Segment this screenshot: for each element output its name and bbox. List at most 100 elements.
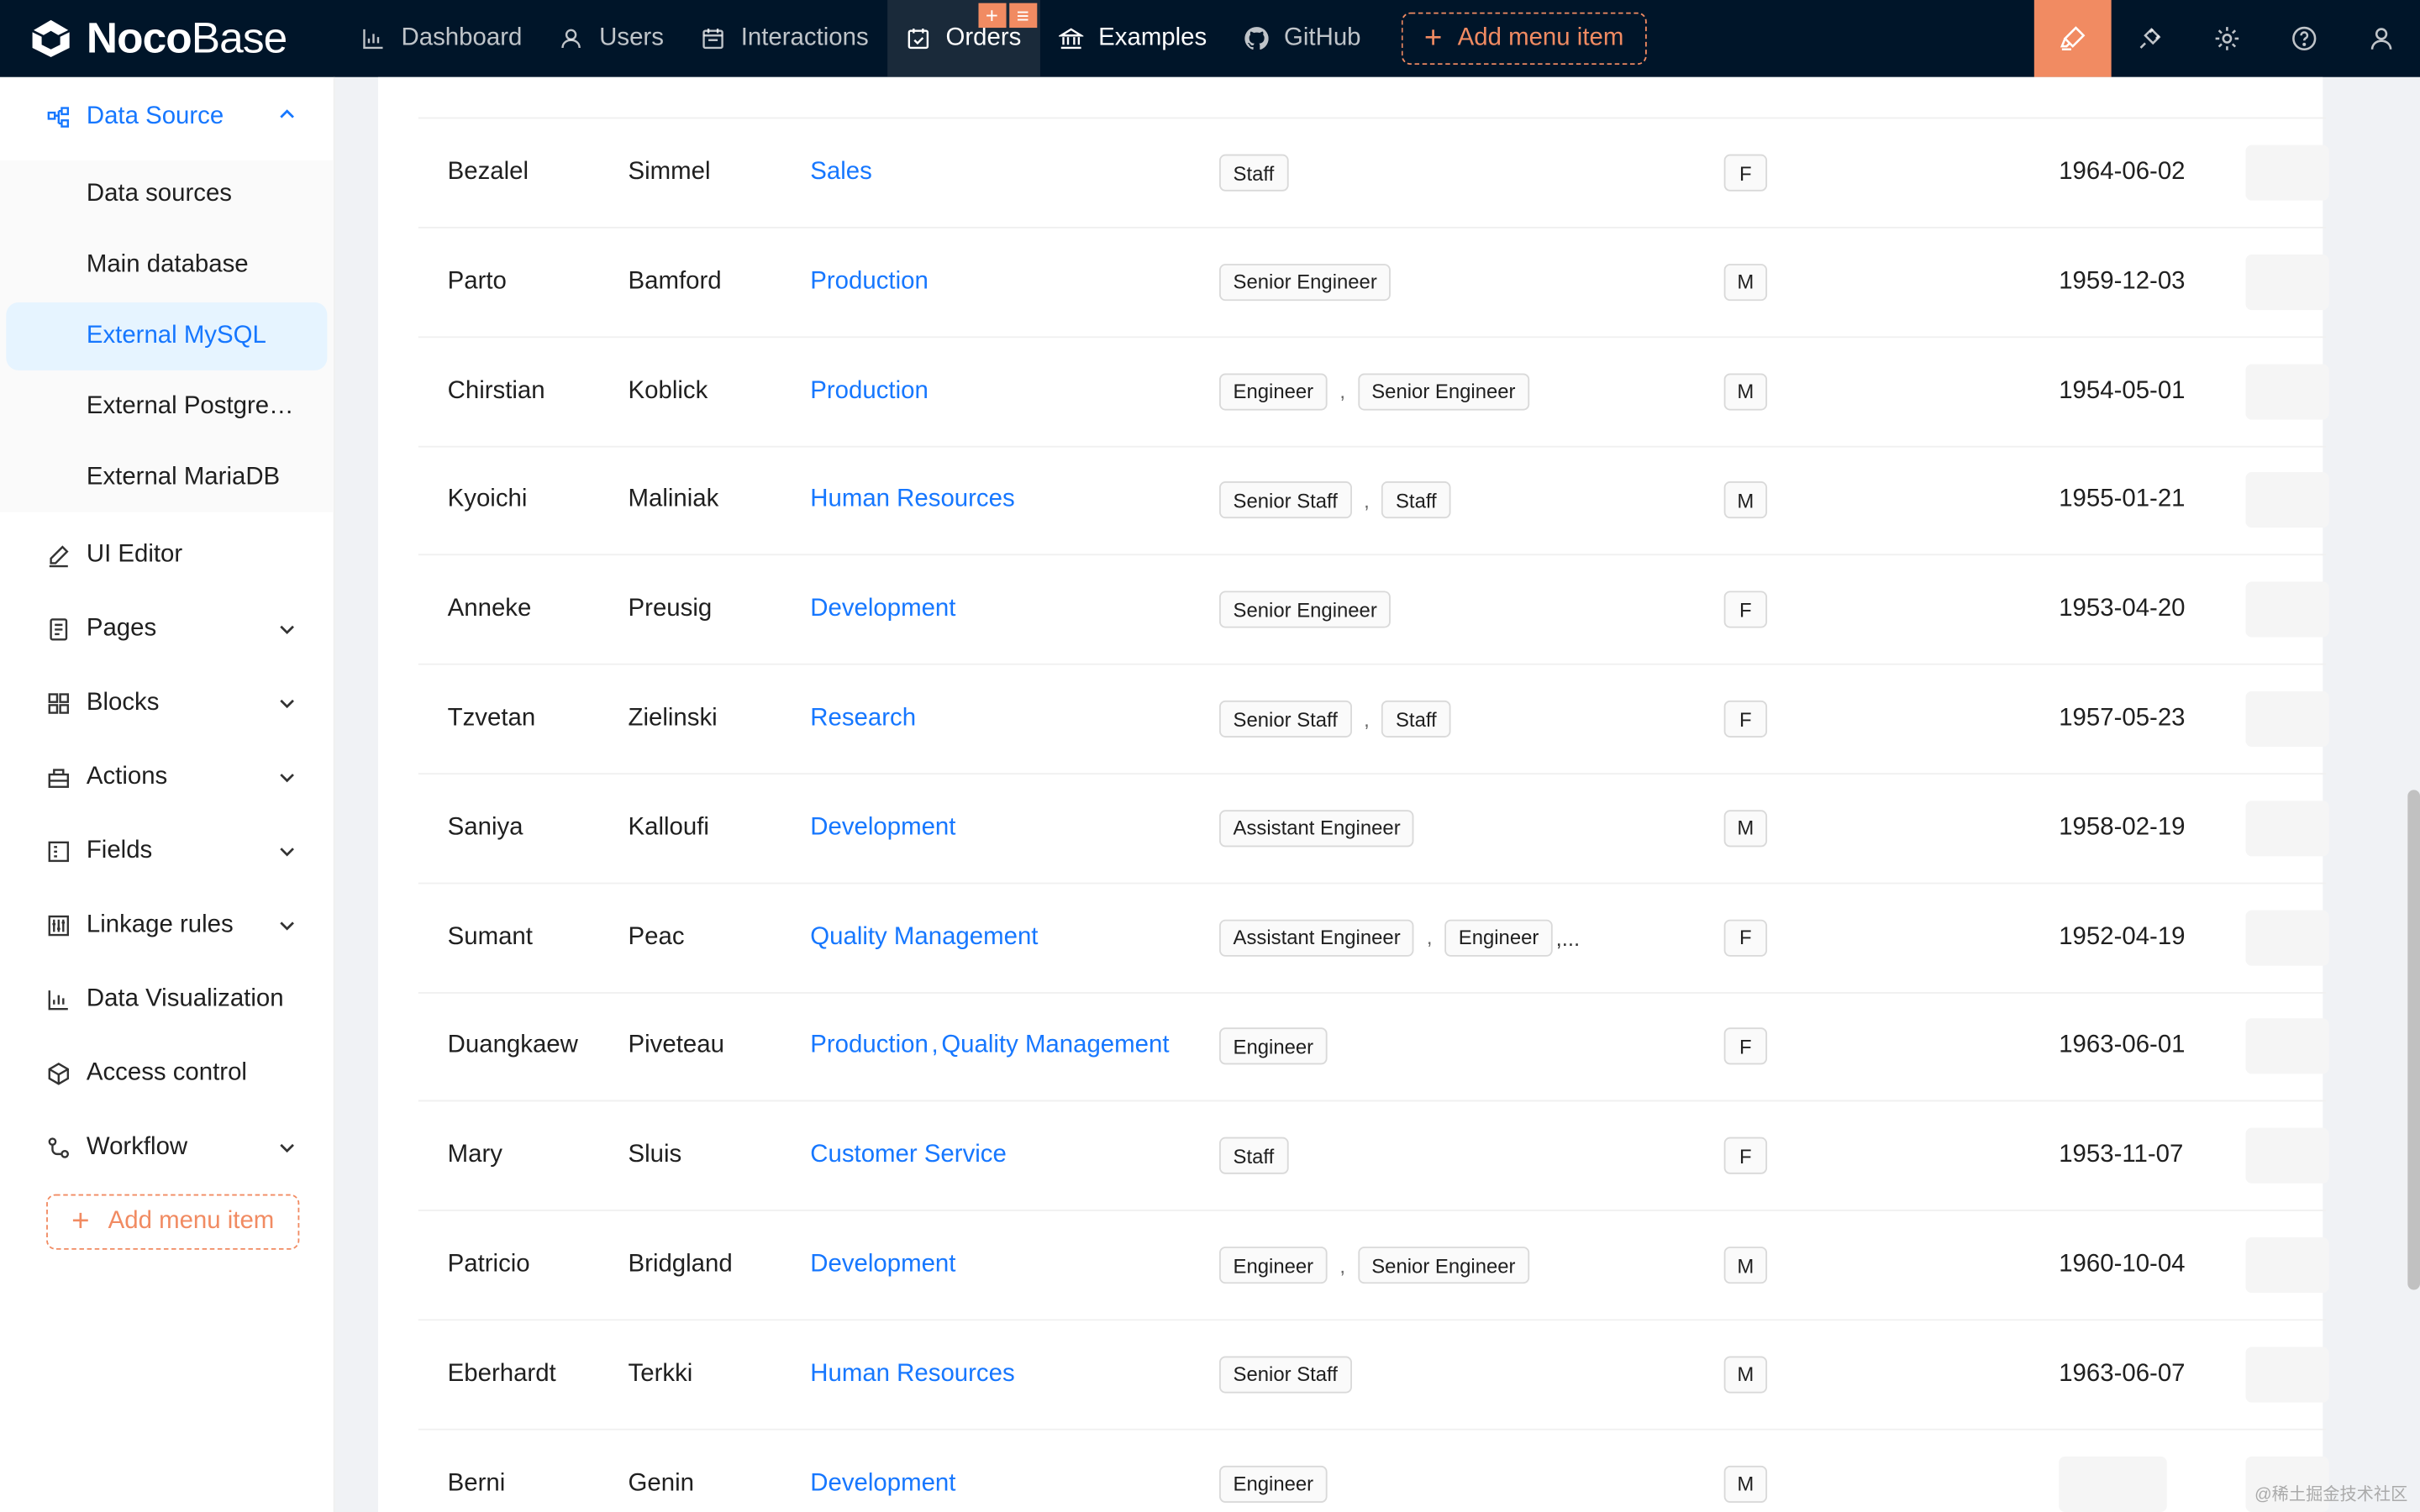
cell-last-name: Bamford: [628, 268, 722, 295]
title-tag: Engineer: [1219, 372, 1328, 410]
table-row[interactable]: Sumant Peac Quality Management Assistant En…: [418, 884, 2329, 994]
department-link[interactable]: Development: [810, 814, 955, 842]
cell-gender: M: [1723, 1430, 1768, 1512]
cell-birth-date: 1958-02-19: [2059, 774, 2185, 883]
table-row[interactable]: Saniya Kalloufi Development Assistant Engin…: [418, 774, 2329, 885]
table-row[interactable]: Patricio Bridgland Development Engineer, Sen…: [418, 1211, 2329, 1321]
sidebar-add-menu-item-button[interactable]: + Add menu item: [46, 1194, 300, 1250]
sidebar-item-external-postgresql[interactable]: External PostgreSQL: [6, 373, 327, 441]
table-row[interactable]: Chirstian Koblick Production Engineer, Senio…: [418, 337, 2329, 447]
table-row[interactable]: Tzvetan Zielinski Research Senior Staff, Sta…: [418, 665, 2329, 775]
vertical-scrollbar[interactable]: [2407, 790, 2420, 1290]
loading-placeholder: [2059, 1456, 2167, 1512]
cell-gender: F: [1723, 993, 1768, 1101]
cell-last-name: Genin: [628, 1469, 694, 1496]
sidebar-group-label: Data Source: [86, 103, 224, 130]
department-link[interactable]: Customer Service: [810, 1142, 1007, 1170]
birth-date-value: 1957-05-23: [2059, 705, 2186, 732]
fields-icon: [46, 839, 71, 864]
department-link[interactable]: Development: [810, 596, 955, 623]
bar-chart-icon: [361, 26, 386, 50]
birth-date-value: 1964-06-02: [2059, 159, 2186, 186]
user-icon: [2370, 28, 2392, 50]
birth-date-value: 1953-11-07: [2059, 1142, 2184, 1168]
cell-titles: Engineer: [1219, 1430, 1328, 1512]
cell-last-name: Terkki: [628, 1360, 693, 1387]
logo[interactable]: NocoBase: [0, 0, 343, 77]
cell-last-name: Bridgland: [628, 1251, 733, 1278]
cell-titles: Senior Staff, Staff: [1219, 447, 1451, 555]
table-row[interactable]: Berni Genin Development Engineer M: [418, 1430, 2329, 1512]
cell-gender: M: [1723, 774, 1768, 883]
user-menu-button[interactable]: [2343, 0, 2420, 77]
chevron-down-icon: [280, 921, 294, 931]
linkage-icon: [46, 913, 71, 937]
table-row[interactable]: [418, 9, 2326, 119]
department-link[interactable]: Development: [810, 1252, 955, 1279]
cell-gender: F: [1723, 665, 1768, 774]
loading-placeholder: [2245, 1018, 2329, 1075]
sidebar-group-data-source[interactable]: Data Source: [0, 77, 334, 158]
sidebar-item-external-mariadb[interactable]: External MariaDB: [6, 444, 327, 512]
sidebar-item-pages[interactable]: Pages: [0, 592, 334, 666]
cell-titles: Senior Engineer: [1219, 228, 1392, 336]
sidebar-item-data-sources[interactable]: Data sources: [6, 160, 327, 228]
cell-gender: M: [1723, 228, 1768, 336]
chevron-down-icon: [280, 699, 294, 709]
department-link[interactable]: Research: [810, 705, 916, 732]
cell-department: Customer Service: [810, 1102, 1007, 1210]
department-link[interactable]: Production: [810, 377, 929, 405]
birth-date-value: 1958-02-19: [2059, 814, 2186, 841]
sidebar-item-actions[interactable]: Actions: [0, 741, 334, 815]
table-row[interactable]: Bezalel Simmel Sales Staff F 1964-06-02: [418, 118, 2329, 228]
department-link[interactable]: Quality Management: [810, 923, 1038, 951]
sidebar-item-data-visualization[interactable]: Data Visualization: [0, 963, 334, 1037]
sidebar-item-ui-editor[interactable]: UI Editor: [0, 518, 334, 592]
table-row[interactable]: Anneke Preusig Development Senior Engineer F…: [418, 556, 2329, 665]
sidebar-item-main-database[interactable]: Main database: [6, 232, 327, 300]
department-link[interactable]: Human Resources: [810, 1361, 1014, 1389]
cell-department: Development: [810, 1211, 955, 1320]
brand-light: Base: [191, 13, 287, 62]
cell-department: Production, Quality Management: [810, 993, 1169, 1101]
cell-gender: M: [1723, 447, 1768, 555]
cell-last-name: Piveteau: [628, 1032, 724, 1059]
table-row[interactable]: Kyoichi Maliniak Human Resources Senior Sta…: [418, 447, 2329, 556]
table-row[interactable]: Mary Sluis Customer Service Staff F 1953-11-0…: [418, 1102, 2329, 1212]
cell-last-name: Zielinski: [628, 705, 718, 732]
cell-gender: M: [1723, 1320, 1768, 1429]
department-link[interactable]: Production: [810, 1032, 929, 1060]
more-titles-ellipsis[interactable]: ,...: [1556, 925, 1581, 949]
cell-department: Development: [810, 556, 955, 664]
cell-department: Human Resources: [810, 1320, 1014, 1429]
sidebar-item-fields[interactable]: Fields: [0, 815, 334, 889]
blocks-icon: [46, 691, 71, 716]
sidebar-item-workflow[interactable]: Workflow: [0, 1110, 334, 1184]
chevron-down-icon: [280, 625, 294, 635]
title-tag: Engineer: [1219, 1027, 1328, 1066]
department-link[interactable]: Production: [810, 268, 929, 296]
cell-titles: Engineer, Senior Engineer: [1219, 1211, 1530, 1320]
cell-first-name: Berni: [447, 1469, 506, 1496]
department-link[interactable]: Human Resources: [810, 486, 1014, 514]
gender-tag: M: [1723, 809, 1768, 847]
sidebar-item-linkage-rules[interactable]: Linkage rules: [0, 889, 334, 963]
cell-first-name: Parto: [447, 268, 507, 295]
separator: ,: [1426, 926, 1433, 949]
gender-tag: F: [1723, 154, 1768, 192]
sidebar-item-blocks[interactable]: Blocks: [0, 666, 334, 740]
cell-first-name: Eberhardt: [447, 1360, 556, 1387]
sidebar-item-external-mysql[interactable]: External MySQL: [6, 302, 328, 370]
department-link[interactable]: Sales: [810, 159, 872, 186]
cell-titles: Senior Staff, Staff: [1219, 665, 1451, 774]
table-row[interactable]: Parto Bamford Production Senior Engineer M 19…: [418, 228, 2329, 338]
department-link[interactable]: Quality Management: [941, 1032, 1169, 1060]
table-row[interactable]: Eberhardt Terkki Human Resources Senior Sta…: [418, 1320, 2329, 1431]
title-tag: Staff: [1381, 700, 1451, 738]
table-row[interactable]: Duangkaew Piveteau Production, Quality Mana…: [418, 993, 2329, 1103]
sidebar-submenu: Data sources Main database External MySQ…: [0, 160, 334, 512]
cell-first-name: Patricio: [447, 1251, 530, 1278]
birth-date-value: 1953-04-20: [2059, 596, 2186, 622]
department-link[interactable]: Development: [810, 1470, 955, 1498]
sidebar-item-access-control[interactable]: Access control: [0, 1037, 334, 1110]
